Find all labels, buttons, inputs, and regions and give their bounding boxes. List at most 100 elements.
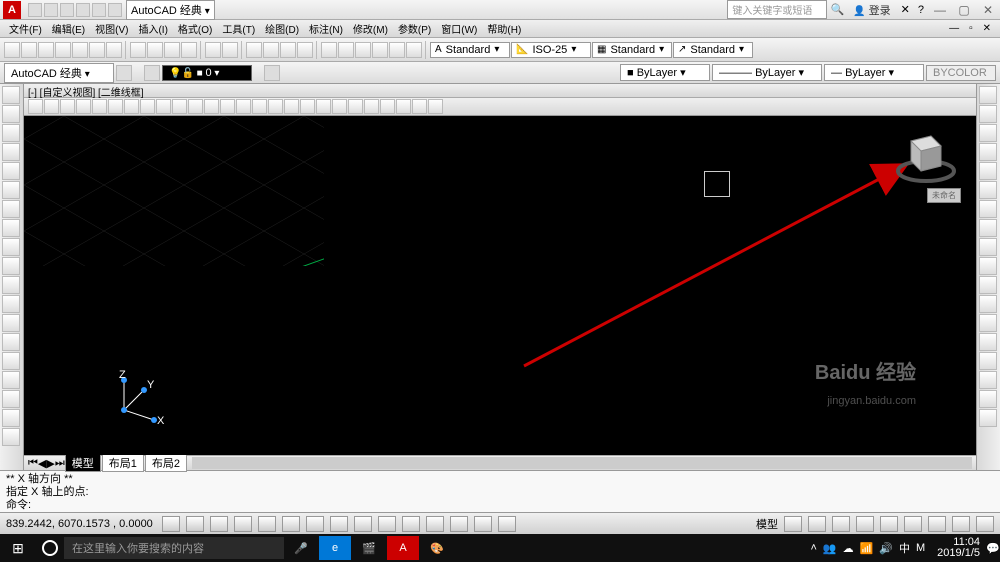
tb-save-icon[interactable] xyxy=(38,42,54,58)
maximize-button[interactable]: ▢ xyxy=(952,3,976,17)
ellipse-icon[interactable] xyxy=(2,257,20,275)
r-rotate-icon[interactable] xyxy=(979,200,997,218)
mod2-icon[interactable] xyxy=(300,99,315,114)
sb-qp-icon[interactable] xyxy=(450,516,468,532)
tab-model[interactable]: 模型 xyxy=(65,454,101,472)
sb-iso-icon[interactable] xyxy=(952,516,970,532)
command-window[interactable]: ** X 轴方向 ** 指定 X 轴上的点: 命令: xyxy=(0,470,1000,512)
sb-infer-icon[interactable] xyxy=(162,516,180,532)
tb-plot-icon[interactable] xyxy=(55,42,71,58)
offset-icon[interactable] xyxy=(76,99,91,114)
sb-tpy-icon[interactable] xyxy=(426,516,444,532)
sb-ortho-icon[interactable] xyxy=(234,516,252,532)
tray-up-icon[interactable]: ˄ xyxy=(810,542,816,554)
coordinates-display[interactable]: 839.2442, 6070.1573 , 0.0000 xyxy=(6,518,156,530)
gradient-icon[interactable] xyxy=(2,352,20,370)
arc-icon[interactable] xyxy=(2,181,20,199)
r-mirror-icon[interactable] xyxy=(979,124,997,142)
r-offset-icon[interactable] xyxy=(979,143,997,161)
sb-model-label[interactable]: 模型 xyxy=(756,516,778,532)
r-explode-icon[interactable] xyxy=(979,390,997,408)
qat-open-icon[interactable] xyxy=(44,3,58,17)
mleader-style-dropdown[interactable]: ↗ Standard ▾ xyxy=(673,42,753,58)
tb-zoomprev-icon[interactable] xyxy=(280,42,296,58)
tray-people-icon[interactable]: 👥 xyxy=(823,542,837,555)
layer-dropdown[interactable]: 💡🔓 ■ 0 ▾ xyxy=(162,65,252,81)
tb-cut-icon[interactable] xyxy=(130,42,146,58)
break-icon[interactable] xyxy=(204,99,219,114)
search-icon[interactable]: 🔍 xyxy=(827,3,847,16)
start-button[interactable]: ⊞ xyxy=(0,540,36,557)
sb-ws-icon[interactable] xyxy=(880,516,898,532)
tab-nav-start-icon[interactable]: ⏮ xyxy=(28,457,38,470)
tb-redo-icon[interactable] xyxy=(222,42,238,58)
menu-help[interactable]: 帮助(H) xyxy=(484,21,524,36)
rotate-icon[interactable] xyxy=(124,99,139,114)
pline-icon[interactable] xyxy=(2,105,20,123)
tray-ime2-icon[interactable]: M xyxy=(916,542,925,554)
drawing-canvas[interactable]: X Y Z 未命名 Baidu 经验 jingyan.baidu.com xyxy=(24,116,976,455)
circle-icon[interactable] xyxy=(2,200,20,218)
r-extra-icon[interactable] xyxy=(979,409,997,427)
rectangle-icon[interactable] xyxy=(2,162,20,180)
mod9-icon[interactable] xyxy=(412,99,427,114)
tb-preview-icon[interactable] xyxy=(72,42,88,58)
tb-zoomwin-icon[interactable] xyxy=(297,42,313,58)
r-scale-icon[interactable] xyxy=(979,219,997,237)
notifications-icon[interactable]: 💬 xyxy=(986,542,1000,555)
workspace-dropdown[interactable]: AutoCAD 经典 ▾ xyxy=(4,63,114,83)
tb-undo-icon[interactable] xyxy=(205,42,221,58)
array-icon[interactable] xyxy=(92,99,107,114)
erase-icon[interactable] xyxy=(28,99,43,114)
close-button[interactable]: ✕ xyxy=(976,3,1000,17)
app-logo-icon[interactable]: A xyxy=(3,1,21,19)
taskbar-movies-icon[interactable]: 🎬 xyxy=(353,536,385,560)
doc-minimize-button[interactable]: — xyxy=(946,23,962,34)
menu-window[interactable]: 窗口(W) xyxy=(438,21,480,36)
sb-sc-icon[interactable] xyxy=(474,516,492,532)
align-icon[interactable] xyxy=(284,99,299,114)
layer-props-icon[interactable] xyxy=(144,65,160,81)
tb-3ddwf-icon[interactable] xyxy=(106,42,122,58)
tb-open-icon[interactable] xyxy=(21,42,37,58)
sb-layout-icon[interactable] xyxy=(784,516,802,532)
taskbar-mic-icon[interactable]: 🎤 xyxy=(285,536,317,560)
taskbar-edge-icon[interactable]: e xyxy=(319,536,351,560)
trim-icon[interactable] xyxy=(172,99,187,114)
minimize-button[interactable]: — xyxy=(928,3,952,17)
sb-annovis-icon[interactable] xyxy=(856,516,874,532)
revcloud-icon[interactable] xyxy=(2,219,20,237)
sb-snap-icon[interactable] xyxy=(186,516,204,532)
sb-polar-icon[interactable] xyxy=(258,516,276,532)
tb-paste-icon[interactable] xyxy=(164,42,180,58)
system-tray[interactable]: ˄ 👥 ☁ 📶 🔊 中 M xyxy=(804,540,931,556)
r-chamfer-icon[interactable] xyxy=(979,333,997,351)
login-link[interactable]: 👤 登录 xyxy=(847,2,896,18)
tray-volume-icon[interactable]: 🔊 xyxy=(879,542,893,555)
mtext-icon[interactable] xyxy=(2,409,20,427)
r-trim-icon[interactable] xyxy=(979,257,997,275)
r-erase-icon[interactable] xyxy=(979,86,997,104)
r-stretch-icon[interactable] xyxy=(979,238,997,256)
table-icon[interactable] xyxy=(2,390,20,408)
lineweight-dropdown[interactable]: — ByLayer ▾ xyxy=(824,64,924,81)
tb-calc-icon[interactable] xyxy=(406,42,422,58)
sb-annoscale-icon[interactable] xyxy=(832,516,850,532)
mirror-icon[interactable] xyxy=(60,99,75,114)
tray-ime-icon[interactable]: 中 xyxy=(899,540,910,556)
layer-state-icon[interactable] xyxy=(264,65,280,81)
plotstyle-dropdown[interactable]: BYCOLOR xyxy=(926,65,996,81)
menu-dimension[interactable]: 标注(N) xyxy=(306,21,346,36)
region-icon[interactable] xyxy=(2,371,20,389)
sb-am-icon[interactable] xyxy=(498,516,516,532)
ucs-icon[interactable]: X Y Z xyxy=(109,370,169,430)
r-extend-icon[interactable] xyxy=(979,276,997,294)
tab-nav-next-icon[interactable]: ▶ xyxy=(46,457,54,470)
sb-dyn-icon[interactable] xyxy=(378,516,396,532)
polygon-icon[interactable] xyxy=(2,143,20,161)
chamfer-icon[interactable] xyxy=(236,99,251,114)
sb-otrack-icon[interactable] xyxy=(330,516,348,532)
ellipsearc-icon[interactable] xyxy=(2,276,20,294)
mod3-icon[interactable] xyxy=(316,99,331,114)
join-icon[interactable] xyxy=(220,99,235,114)
